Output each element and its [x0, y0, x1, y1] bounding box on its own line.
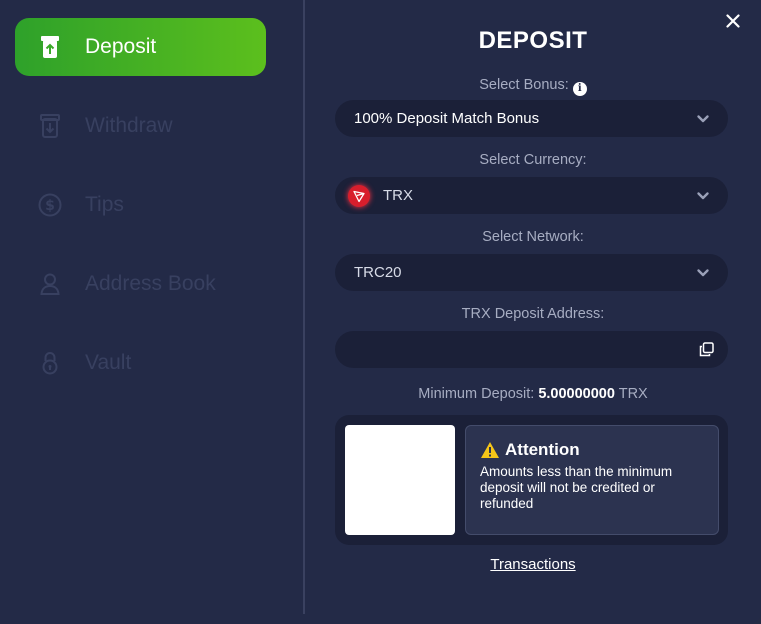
sidebar-item-label: Withdraw: [85, 114, 173, 137]
deposit-modal: Deposit Withdraw $ Tips Address Book Vau…: [0, 0, 761, 624]
attention-box: Attention Amounts less than the minimum …: [465, 425, 719, 535]
sidebar-item-label: Tips: [85, 193, 124, 216]
dollar-coin-icon: $: [37, 192, 63, 218]
chevron-down-icon: [697, 192, 709, 200]
deposit-icon: [37, 34, 63, 60]
network-select[interactable]: TRC20: [335, 254, 728, 291]
bonus-label: Select Bonus:: [479, 77, 569, 93]
page-title: DEPOSIT: [478, 27, 588, 54]
info-icon[interactable]: i: [572, 81, 587, 96]
minimum-deposit-label: Minimum Deposit:: [418, 386, 535, 402]
sidebar-item-label: Deposit: [85, 35, 157, 58]
minimum-deposit-amount: 5.00000000: [538, 386, 615, 402]
attention-text: Amounts less than the minimum deposit wi…: [480, 464, 673, 511]
lock-icon: [37, 350, 63, 376]
sidebar-item-deposit[interactable]: Deposit: [15, 18, 266, 76]
sidebar-item-label: Address Book: [85, 272, 216, 295]
qr-code: [345, 425, 455, 535]
attention-heading: Attention: [480, 440, 704, 460]
warning-icon: [481, 442, 499, 458]
close-icon: [726, 14, 740, 28]
sidebar: Deposit Withdraw $ Tips Address Book Vau…: [0, 0, 303, 624]
sidebar-item-withdraw[interactable]: Withdraw: [15, 97, 266, 155]
tron-icon: [348, 184, 370, 207]
network-select-value: TRC20: [354, 264, 402, 281]
qr-panel: Attention Amounts less than the minimum …: [335, 415, 728, 545]
bonus-select-value: 100% Deposit Match Bonus: [354, 110, 540, 127]
chevron-down-icon: [697, 269, 709, 277]
address-label: TRX Deposit Address:: [461, 306, 605, 322]
network-label: Select Network:: [482, 229, 584, 245]
currency-select-value: TRX: [383, 187, 413, 204]
currency-label: Select Currency:: [479, 152, 587, 168]
sidebar-item-tips[interactable]: $ Tips: [15, 176, 266, 234]
person-icon: [37, 271, 63, 297]
attention-title: Attention: [505, 440, 580, 459]
bonus-select[interactable]: 100% Deposit Match Bonus: [335, 100, 728, 137]
copy-icon[interactable]: [699, 342, 714, 357]
bonus-label-row: Select Bonus: i: [305, 77, 761, 96]
deposit-address-field[interactable]: [335, 331, 728, 368]
sidebar-item-vault[interactable]: Vault: [15, 334, 266, 392]
withdraw-icon: [37, 113, 63, 139]
sidebar-item-address-book[interactable]: Address Book: [15, 255, 266, 313]
svg-text:$: $: [45, 198, 55, 214]
minimum-deposit: Minimum Deposit: 5.00000000 TRX: [305, 386, 761, 402]
sidebar-item-label: Vault: [85, 351, 132, 374]
chevron-down-icon: [697, 115, 709, 123]
minimum-deposit-unit: TRX: [618, 386, 648, 402]
currency-select[interactable]: TRX: [335, 177, 728, 214]
transactions-link[interactable]: Transactions: [305, 556, 761, 573]
